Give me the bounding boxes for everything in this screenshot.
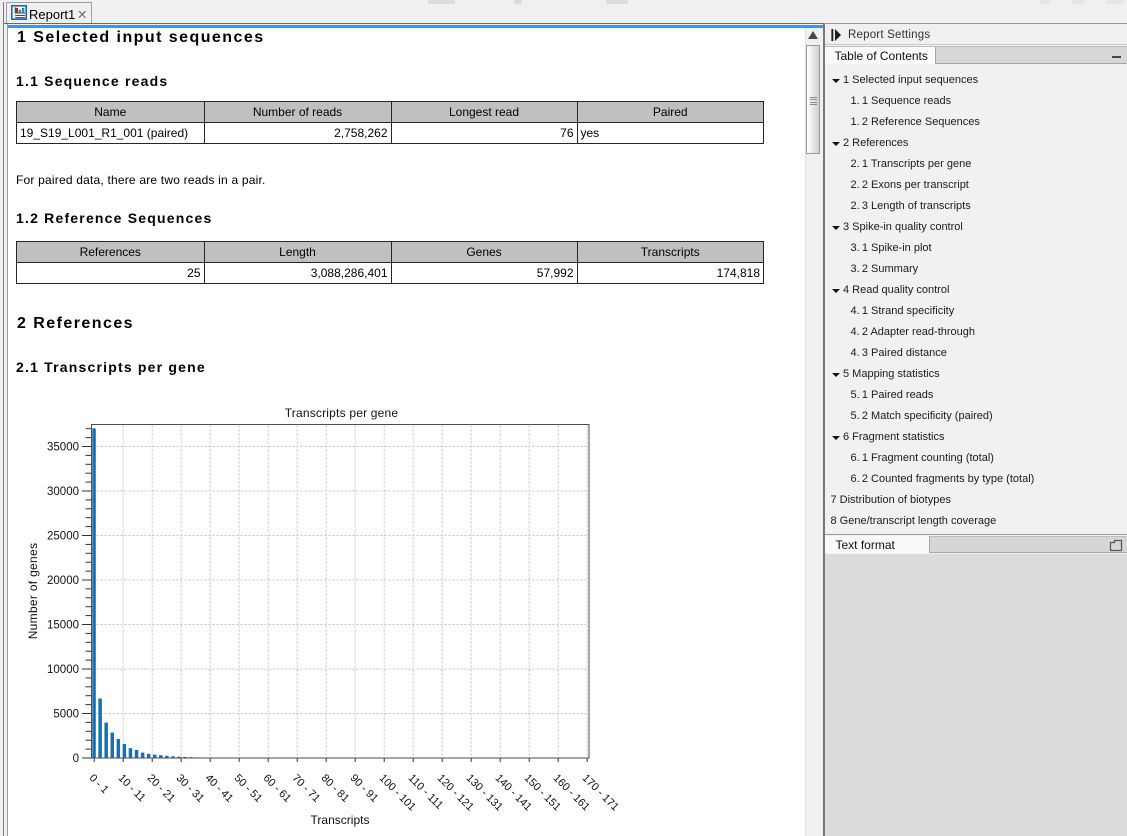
- svg-text:30000: 30000: [47, 486, 79, 498]
- svg-text:Transcripts per gene: Transcripts per gene: [285, 406, 399, 420]
- svg-text:15000: 15000: [47, 620, 79, 632]
- svg-text:40 - 41: 40 - 41: [203, 772, 236, 805]
- svg-text:80 - 81: 80 - 81: [319, 772, 352, 805]
- svg-text:25000: 25000: [47, 531, 79, 543]
- svg-text:Transcripts: Transcripts: [311, 813, 370, 827]
- svg-text:10 - 11: 10 - 11: [116, 772, 148, 804]
- svg-text:30 - 31: 30 - 31: [174, 772, 207, 805]
- svg-text:35000: 35000: [47, 442, 79, 454]
- svg-text:20000: 20000: [47, 575, 79, 587]
- svg-text:0 - 1: 0 - 1: [87, 772, 111, 796]
- svg-text:20 - 21: 20 - 21: [145, 772, 178, 805]
- svg-text:70 - 71: 70 - 71: [290, 772, 323, 805]
- svg-text:10000: 10000: [47, 664, 79, 676]
- svg-text:90 - 91: 90 - 91: [348, 772, 381, 805]
- svg-text:50 - 51: 50 - 51: [232, 772, 265, 805]
- svg-text:5000: 5000: [53, 709, 79, 721]
- svg-text:0: 0: [73, 753, 79, 765]
- svg-text:60 - 61: 60 - 61: [261, 772, 294, 805]
- svg-text:Number of genes: Number of genes: [26, 543, 40, 640]
